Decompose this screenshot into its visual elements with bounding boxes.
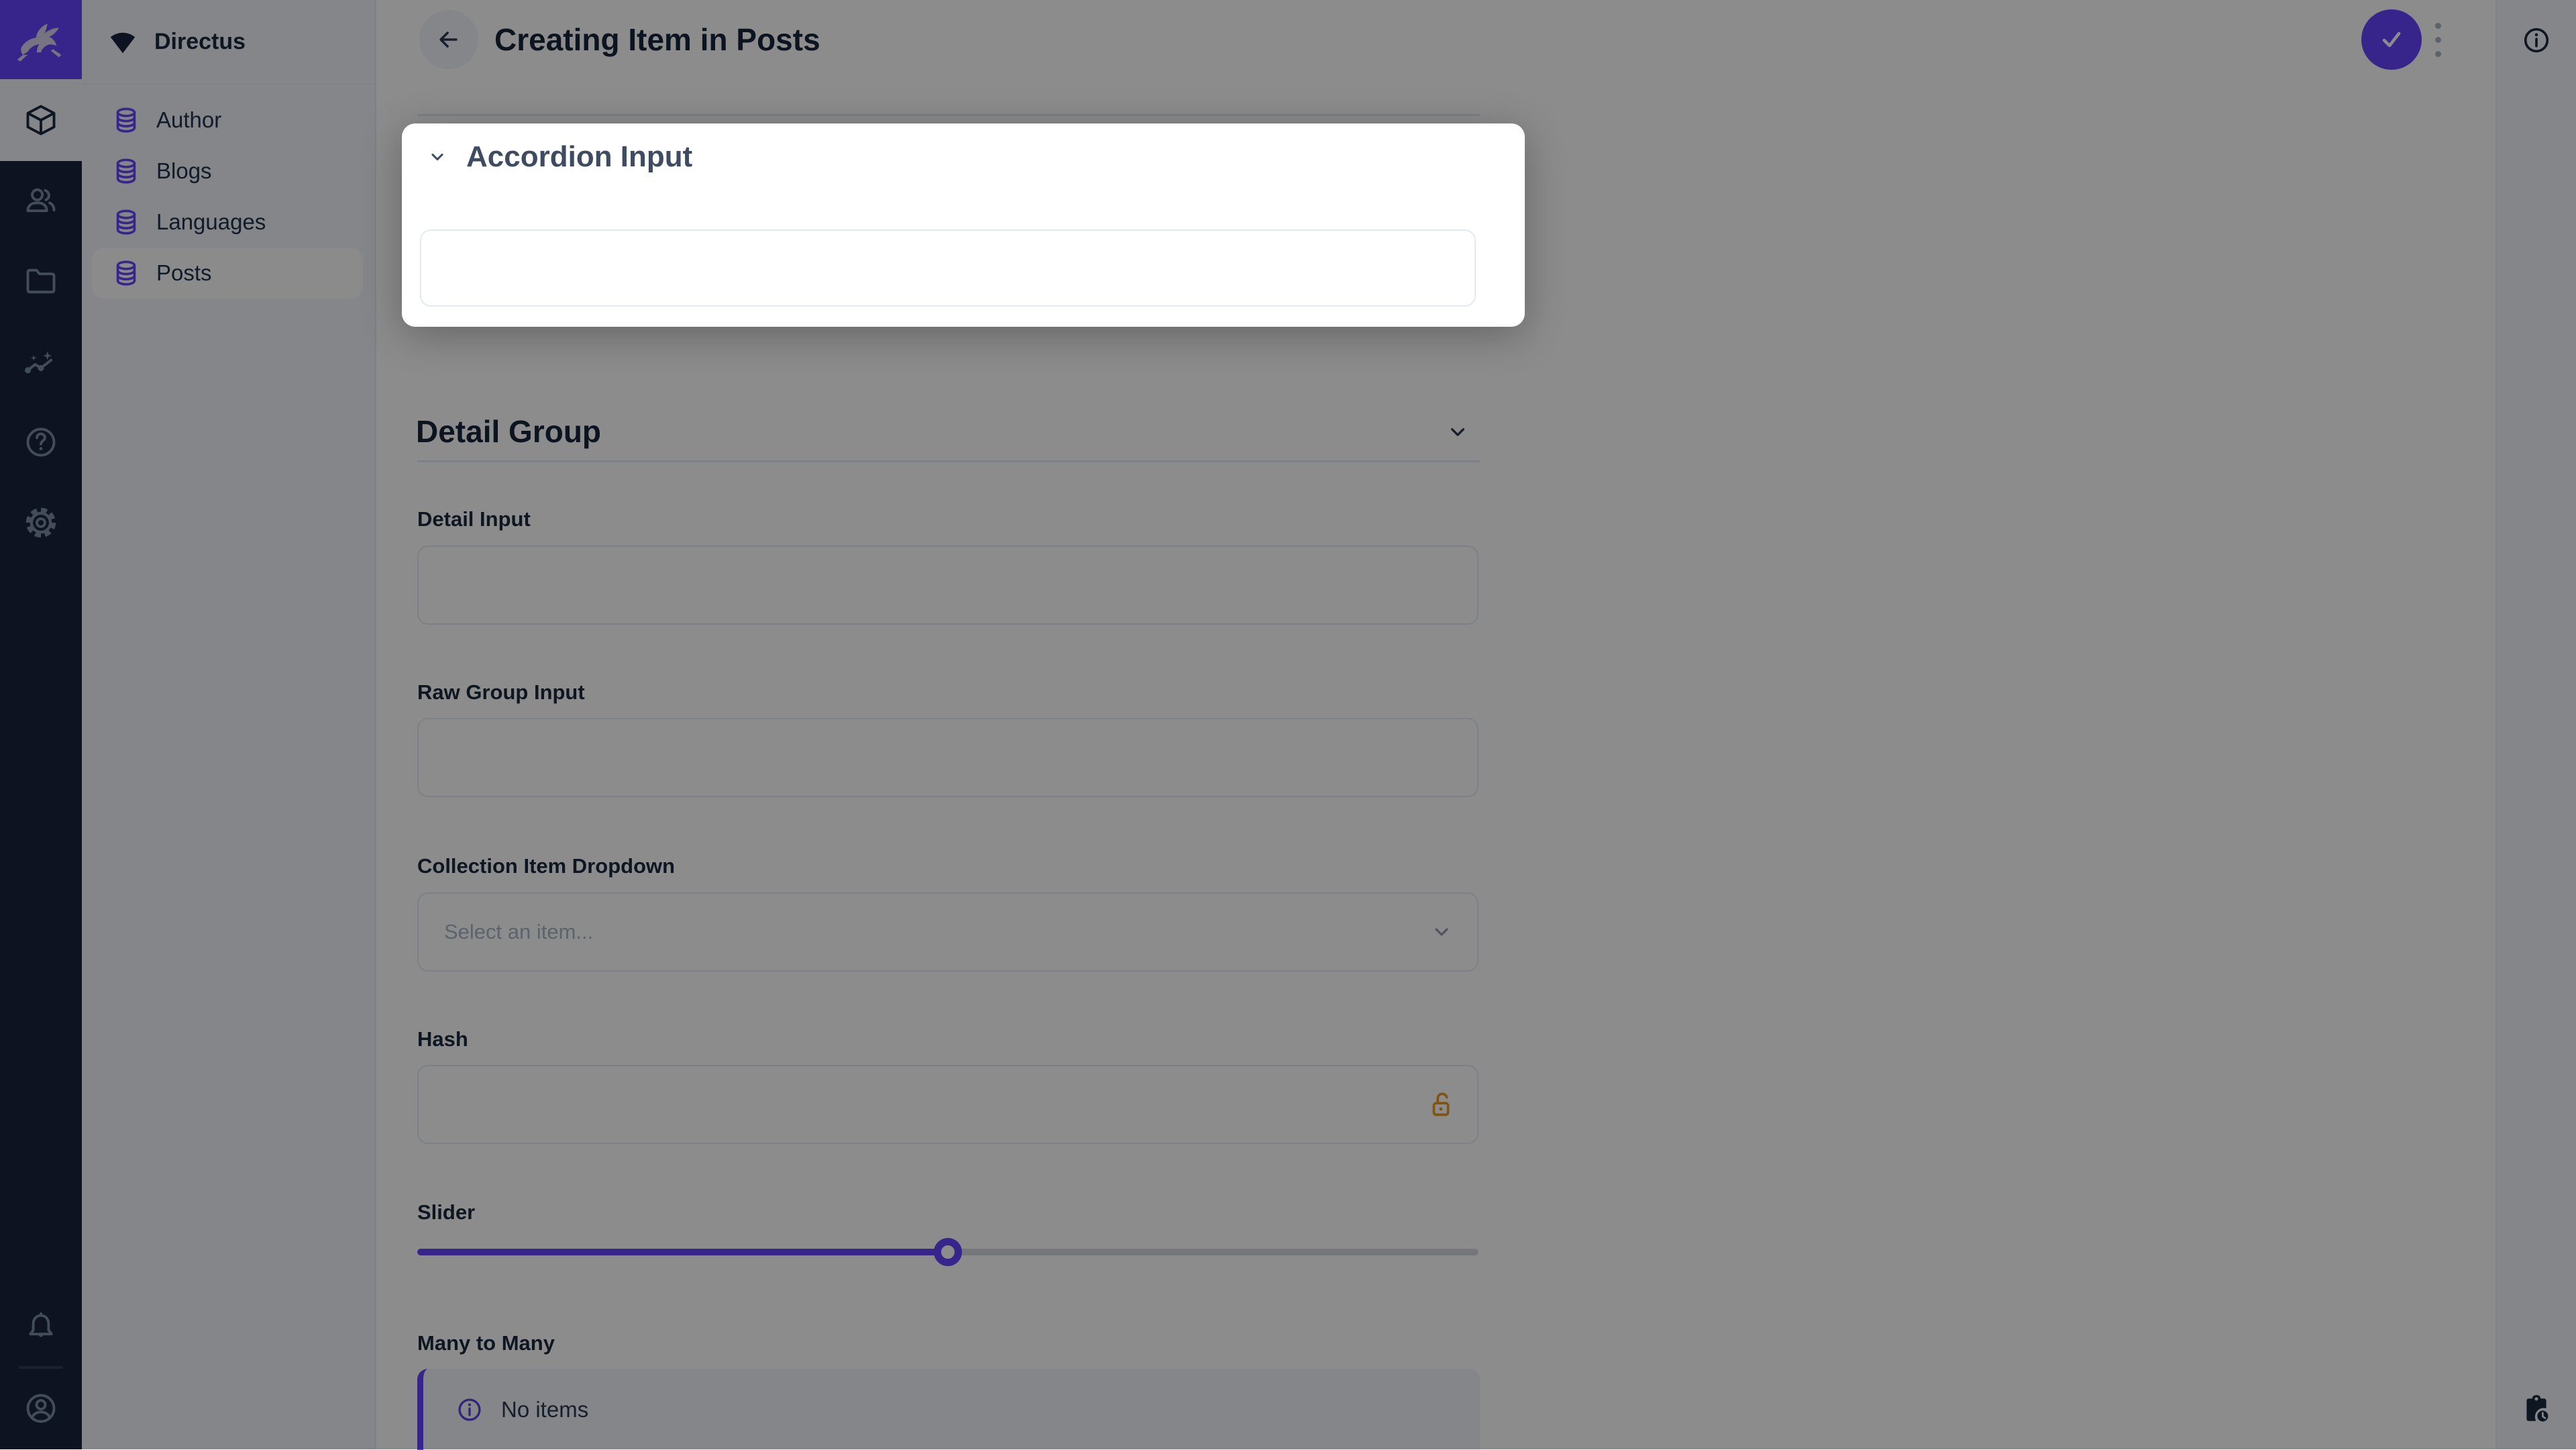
accordion-toggle[interactable]: Accordion Input [426, 136, 692, 178]
accordion-title: Accordion Input [466, 140, 692, 174]
accordion-input-field[interactable] [420, 229, 1476, 307]
accordion-spotlight-card: Accordion Input [402, 123, 1525, 327]
directus-app: Directus Author [0, 0, 2576, 1449]
chevron-down-icon [426, 146, 449, 168]
